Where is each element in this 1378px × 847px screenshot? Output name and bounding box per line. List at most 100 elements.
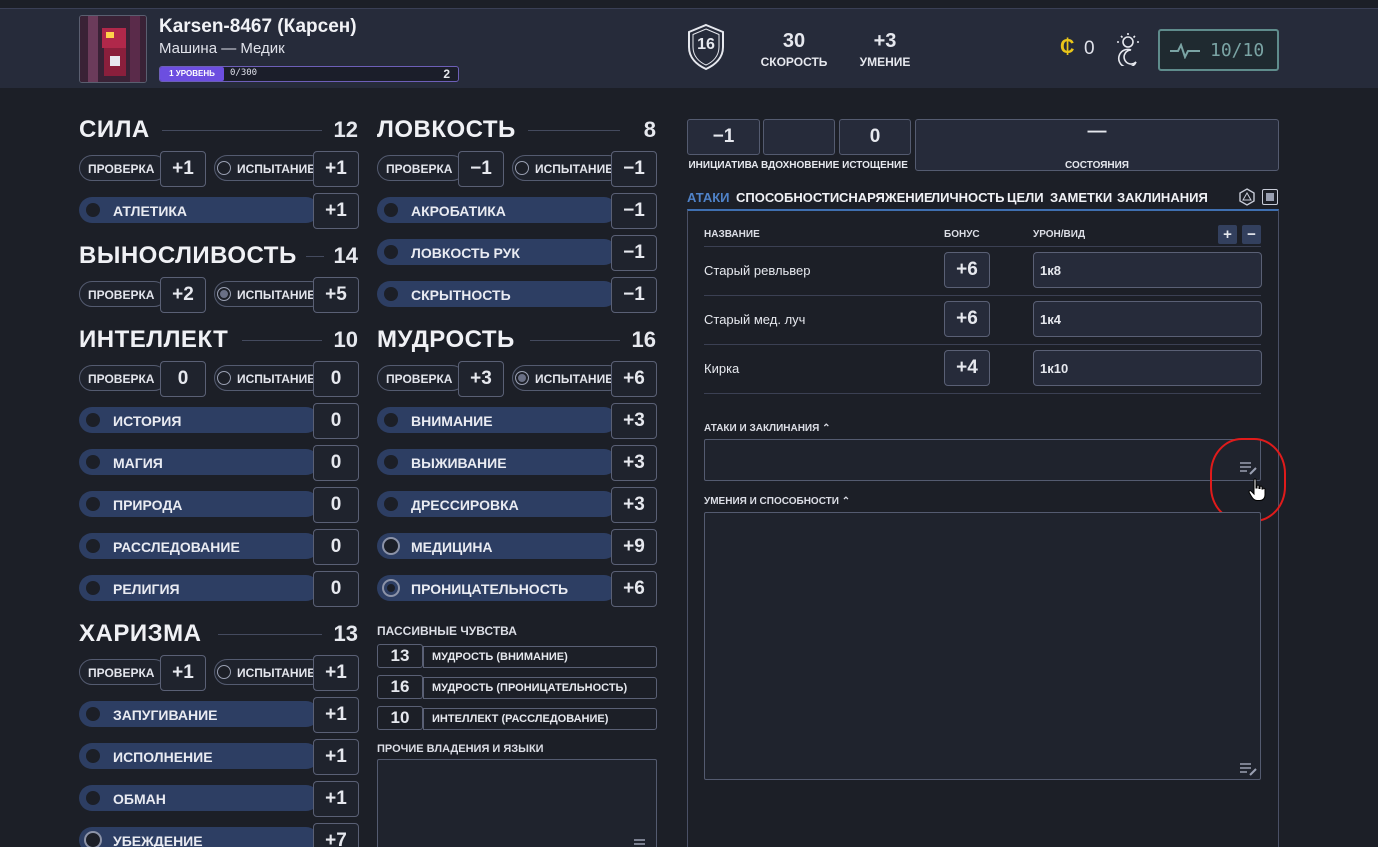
armor-class[interactable]: 16 <box>686 23 726 71</box>
features-textarea[interactable] <box>704 512 1261 780</box>
skill-religion-value[interactable]: 0 <box>313 571 359 607</box>
skill-insight-value[interactable]: +6 <box>611 571 657 607</box>
tab-notes[interactable]: ЗАМЕТКИ <box>1050 190 1112 205</box>
level-progress-bar[interactable]: 1 УРОВЕНЬ 0/300 2 <box>159 66 459 82</box>
prof-dot[interactable] <box>86 581 100 595</box>
skill-medicine[interactable]: МЕДИЦИНА <box>377 533 617 559</box>
coin-icon[interactable]: ₵ <box>1060 36 1074 59</box>
cha-save-prof-toggle[interactable] <box>217 665 231 679</box>
attack-bonus[interactable]: +6 <box>944 301 990 337</box>
attack-name[interactable]: Старый ревльвер <box>704 263 811 278</box>
attacks-spells-heading[interactable]: АТАКИ И ЗАКЛИНАНИЯ ⌃ <box>704 423 830 434</box>
int-check-value[interactable]: 0 <box>160 361 206 397</box>
prof-dot[interactable] <box>86 791 100 805</box>
con-save-prof-toggle[interactable] <box>217 287 231 301</box>
skill-stat[interactable]: +3 УМЕНИЕ <box>852 30 918 69</box>
exhaustion-box[interactable]: 0 <box>839 119 911 155</box>
prof-dot[interactable] <box>86 749 100 763</box>
skill-nature-value[interactable]: 0 <box>313 487 359 523</box>
character-avatar[interactable] <box>79 15 147 83</box>
cha-check[interactable]: ПРОВЕРКА <box>79 659 167 685</box>
prof-dot[interactable] <box>384 203 398 217</box>
prof-dot[interactable] <box>384 245 398 259</box>
prof-dot[interactable] <box>384 413 398 427</box>
ability-score-con[interactable]: 14 <box>320 243 358 269</box>
skill-medicine-value[interactable]: +9 <box>611 529 657 565</box>
features-heading[interactable]: УМЕНИЯ И СПОСОБНОСТИ ⌃ <box>704 496 850 507</box>
rest-icon[interactable] <box>1114 32 1142 66</box>
skill-insight[interactable]: ПРОНИЦАТЕЛЬНОСТЬ <box>377 575 617 601</box>
con-check[interactable]: ПРОВЕРКА <box>79 281 167 307</box>
prof-dot[interactable] <box>86 455 100 469</box>
skill-intimidation-value[interactable]: +1 <box>313 697 359 733</box>
expertise-dot[interactable] <box>384 539 398 553</box>
prof-dot[interactable] <box>384 455 398 469</box>
prof-dot[interactable] <box>86 707 100 721</box>
skill-intimidation[interactable]: ЗАПУГИВАНИЕ <box>79 701 319 727</box>
wis-check[interactable]: ПРОВЕРКА <box>377 365 465 391</box>
initiative-box[interactable]: −1 <box>687 119 760 155</box>
character-name[interactable]: Karsen-8467 (Карсен) <box>159 16 357 38</box>
tab-goals[interactable]: ЦЕЛИ <box>1007 190 1044 205</box>
cha-save-value[interactable]: +1 <box>313 655 359 691</box>
tab-spells[interactable]: ЗАКЛИНАНИЯ <box>1117 190 1208 205</box>
skill-investigation[interactable]: РАССЛЕДОВАНИЕ <box>79 533 319 559</box>
layout-toggle-icon[interactable] <box>1262 189 1278 205</box>
tab-equipment[interactable]: СНАРЯЖЕНИЕ <box>839 190 933 205</box>
skill-history[interactable]: ИСТОРИЯ <box>79 407 319 433</box>
add-attack-button[interactable]: + <box>1218 225 1237 244</box>
skill-arcana[interactable]: МАГИЯ <box>79 449 319 475</box>
ability-score-int[interactable]: 10 <box>320 327 358 353</box>
attack-damage[interactable]: 1к4 <box>1033 301 1262 337</box>
skill-deception-value[interactable]: +1 <box>313 781 359 817</box>
tab-personality[interactable]: ЛИЧНОСТЬ <box>931 190 1004 205</box>
wis-save-prof-toggle[interactable] <box>515 371 529 385</box>
skill-acrobatics[interactable]: АКРОБАТИКА <box>377 197 617 223</box>
attacks-spells-textarea[interactable] <box>704 439 1261 481</box>
attack-damage[interactable]: 1к10 <box>1033 350 1262 386</box>
edit-notes-icon[interactable] <box>634 838 652 847</box>
skill-survival[interactable]: ВЫЖИВАНИЕ <box>377 449 617 475</box>
remove-attack-button[interactable]: − <box>1242 225 1261 244</box>
str-check-value[interactable]: +1 <box>160 151 206 187</box>
prof-dot[interactable] <box>86 203 100 217</box>
ability-score-str[interactable]: 12 <box>320 117 358 143</box>
prof-dot[interactable] <box>86 497 100 511</box>
attack-name[interactable]: Кирка <box>704 361 739 376</box>
skill-perception-value[interactable]: +3 <box>611 403 657 439</box>
attack-bonus[interactable]: +6 <box>944 252 990 288</box>
ability-score-dex[interactable]: 8 <box>618 117 656 143</box>
dex-save-prof-toggle[interactable] <box>515 161 529 175</box>
skill-history-value[interactable]: 0 <box>313 403 359 439</box>
dex-check-value[interactable]: −1 <box>458 151 504 187</box>
speed-stat[interactable]: 30 СКОРОСТЬ <box>758 30 830 69</box>
dex-check[interactable]: ПРОВЕРКА <box>377 155 465 181</box>
skill-investigation-value[interactable]: 0 <box>313 529 359 565</box>
hit-points-button[interactable]: 10/10 <box>1158 29 1279 71</box>
skill-persuasion[interactable]: УБЕЖДЕНИЕ <box>79 827 319 847</box>
prof-dot[interactable] <box>86 539 100 553</box>
skill-deception[interactable]: ОБМАН <box>79 785 319 811</box>
skill-animal-handling-value[interactable]: +3 <box>611 487 657 523</box>
expertise-dot[interactable] <box>86 833 100 847</box>
prof-dot[interactable] <box>384 581 398 595</box>
con-save-value[interactable]: +5 <box>313 277 359 313</box>
skill-performance-value[interactable]: +1 <box>313 739 359 775</box>
skill-acrobatics-value[interactable]: −1 <box>611 193 657 229</box>
con-check-value[interactable]: +2 <box>160 277 206 313</box>
int-save-prof-toggle[interactable] <box>217 371 231 385</box>
skill-arcana-value[interactable]: 0 <box>313 445 359 481</box>
int-save-value[interactable]: 0 <box>313 361 359 397</box>
other-proficiencies-textarea[interactable] <box>377 759 657 847</box>
attack-damage[interactable]: 1к8 <box>1033 252 1262 288</box>
skill-athletics[interactable]: АТЛЕТИКА <box>79 197 319 223</box>
tab-attacks[interactable]: АТАКИ <box>687 190 730 205</box>
cha-check-value[interactable]: +1 <box>160 655 206 691</box>
prof-dot[interactable] <box>384 497 398 511</box>
skill-persuasion-value[interactable]: +7 <box>313 823 359 847</box>
ability-score-wis[interactable]: 16 <box>618 327 656 353</box>
skill-sleight-of-hand-value[interactable]: −1 <box>611 235 657 271</box>
inspiration-box[interactable] <box>763 119 835 155</box>
attack-bonus[interactable]: +4 <box>944 350 990 386</box>
str-save-prof-toggle[interactable] <box>217 161 231 175</box>
